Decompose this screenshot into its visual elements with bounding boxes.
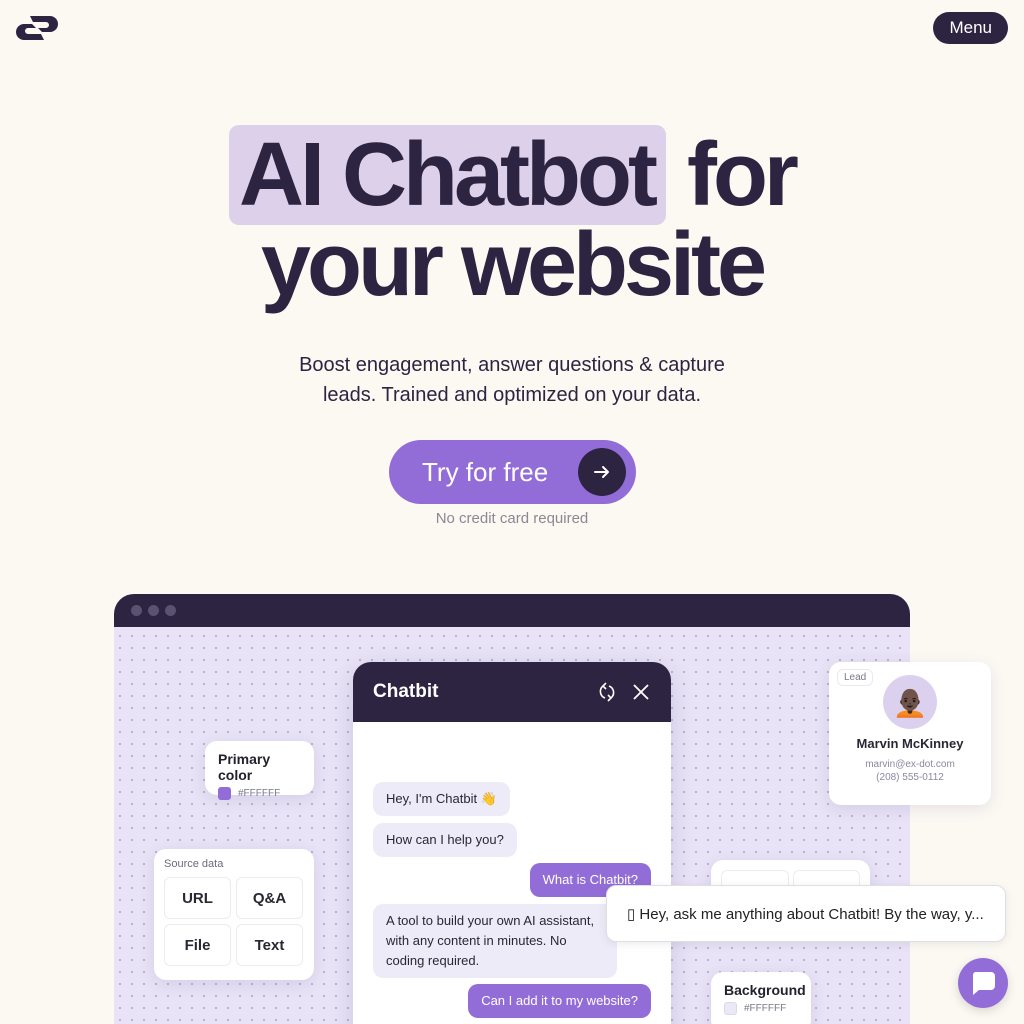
background-swatch[interactable] [724,1002,737,1015]
source-data-card: Source data URL Q&A File Text [154,849,314,980]
chat-widget-popup[interactable]: ▯ Hey, ask me anything about Chatbit! By… [606,885,1006,942]
background-value: #FFFFFF [744,1003,787,1014]
hero-subtitle: Boost engagement, answer questions & cap… [0,350,1024,410]
primary-color-title: Primary color [218,751,271,783]
try-for-free-button[interactable]: Try for free [389,440,636,504]
source-option-url[interactable]: URL [164,877,231,919]
chat-message-bot: How can I help you? [373,823,517,857]
primary-color-swatch[interactable] [218,787,231,800]
menu-button[interactable]: Menu [933,12,1008,44]
source-data-label: Source data [164,858,224,870]
arrow-right-icon [578,448,626,496]
logo-icon[interactable] [16,14,58,42]
no-credit-card-note: No credit card required [435,510,589,527]
primary-color-value: #FFFFFF [238,788,281,799]
cta-label: Try for free [422,456,549,487]
subtitle-line-1: Boost engagement, answer questions & cap… [299,354,725,376]
lead-name: Marvin McKinney [856,736,964,751]
chat-launcher-button[interactable] [958,958,1008,1008]
refresh-icon[interactable] [597,682,617,702]
hero-title: AI Chatbot for your website [0,125,1024,310]
hero-title-for: for [686,125,799,225]
hero-title-highlight: AI Chatbot [229,125,666,225]
avatar: 🧑🏿‍🦲 [883,675,937,729]
chat-message-bot: Hey, I'm Chatbit 👋 [373,782,510,816]
primary-color-card: Primary color #FFFFFF [205,741,314,800]
chat-header: Chatbit [353,662,671,722]
lead-email: marvin@ex-dot.com [865,759,955,770]
source-option-text[interactable]: Text [236,924,303,966]
source-option-file[interactable]: File [164,924,231,966]
close-icon[interactable] [631,682,651,702]
lead-phone: (208) 555-0112 [876,772,944,783]
chat-window: Chatbit Hey, I'm Chatbit 👋 How can I hel… [353,662,671,1024]
lead-card: Lead 🧑🏿‍🦲 Marvin McKinney marvin@ex-dot.… [829,662,991,805]
window-dot [148,605,159,616]
background-color-card: Background #FFFFFF [711,972,811,1024]
lead-badge: Lead [837,669,874,686]
subtitle-line-2: leads. Trained and optimized on your dat… [322,384,702,406]
chat-bubble-icon [972,972,995,995]
window-dot [165,605,176,616]
hero-title-line2: your website [260,215,767,315]
chat-message-bot: A tool to build your own AI assistant, w… [373,904,617,978]
window-dot [131,605,142,616]
chat-title: Chatbit [373,681,439,702]
chat-message-user: Can I add it to my website? [468,984,651,1018]
background-title: Background [724,982,806,998]
window-titlebar [114,594,910,627]
source-option-qa[interactable]: Q&A [236,877,303,919]
